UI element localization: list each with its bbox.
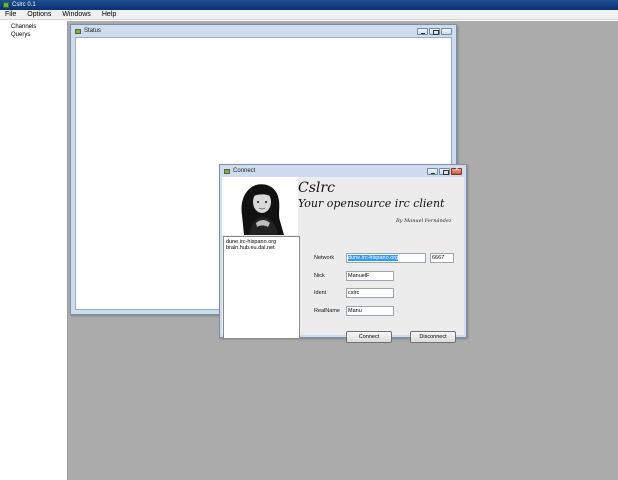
minimize-icon[interactable] [417,27,428,35]
network-label: Network [314,255,335,261]
maximize-icon[interactable] [439,167,450,175]
channel-tree: Channels Querys [0,21,68,480]
connect-window-titlebar[interactable]: Connect [220,165,466,177]
app-title: Cslrc 0.1 [12,2,36,8]
minimize-icon[interactable] [427,167,438,175]
window-icon [75,28,81,34]
connect-window-controls [427,166,466,175]
maximize-icon[interactable] [429,27,440,35]
author-byline: By Manuel Fernández [396,218,452,224]
close-icon[interactable] [441,27,452,35]
menu-windows[interactable]: Windows [62,11,90,18]
server-list[interactable]: dune.irc-hispano.org brain.hub.eu.dal.ne… [223,236,300,339]
disconnect-button[interactable]: Disconnect [410,331,456,343]
app-heading: Cslrc [298,180,335,196]
menu-options[interactable]: Options [27,11,51,18]
connect-window-body: Cslrc Your opensource irc client By Manu… [222,177,464,343]
connect-button[interactable]: Connect [346,331,392,343]
app-titlebar: Cslrc 0.1 [0,0,618,10]
port-input[interactable]: 6667 [430,253,454,263]
realname-input[interactable]: Manu [346,306,394,316]
tree-item-querys[interactable]: Querys [11,31,67,39]
app-icon [3,2,9,8]
app-subheading: Your opensource irc client [298,197,445,210]
ident-input[interactable]: cslrc [346,288,394,298]
close-icon[interactable] [451,166,462,175]
network-input[interactable]: dune.irc-hispano.org [346,253,426,263]
ident-label: Ident [314,290,327,296]
portrait-image [222,177,298,235]
menubar: File Options Windows Help [0,10,618,20]
list-item[interactable]: brain.hub.eu.dal.net [226,245,297,251]
realname-label: RealName [314,308,340,314]
menu-file[interactable]: File [5,11,16,18]
nick-label: Nick [314,273,325,279]
status-window-titlebar[interactable]: Status [71,25,456,37]
window-icon [224,168,230,174]
status-window-title: Status [84,28,102,34]
nick-input[interactable]: ManuelF [346,271,394,281]
network-value: dune.irc-hispano.org [348,255,399,261]
tree-item-channels[interactable]: Channels [11,23,67,31]
menu-help[interactable]: Help [102,11,116,18]
connect-window: Connect Cslrc Your opensource irc client [219,164,467,343]
status-window-controls [417,27,456,35]
connect-window-title: Connect [233,168,256,174]
